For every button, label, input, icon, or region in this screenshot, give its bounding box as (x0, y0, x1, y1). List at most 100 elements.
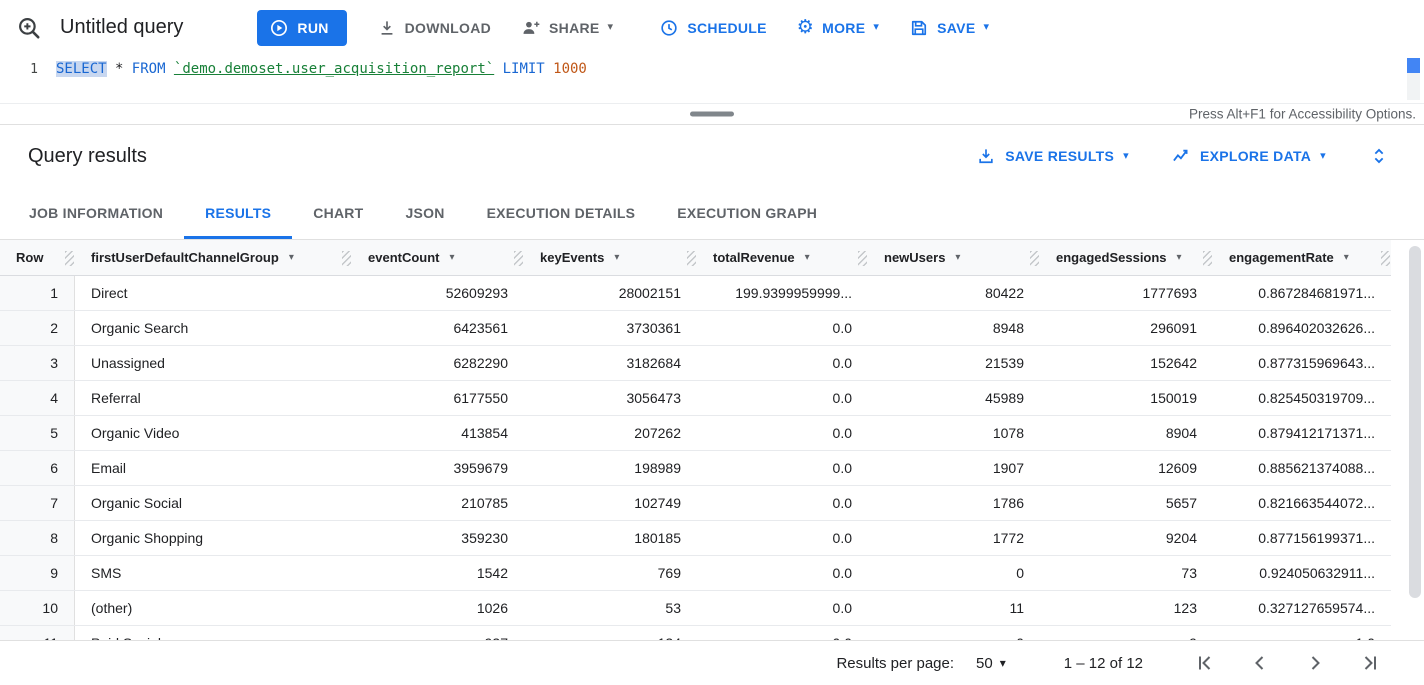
person-add-icon (521, 18, 541, 38)
table-cell: 45989 (868, 381, 1040, 415)
column-menu-caret-icon[interactable]: ▾ (1344, 253, 1349, 263)
schedule-button[interactable]: SCHEDULE (659, 18, 766, 38)
table-cell: 207262 (524, 416, 697, 450)
table-cell: 9 (1040, 626, 1213, 640)
table-cell: 102749 (524, 486, 697, 520)
table-cell: 0.0 (697, 311, 868, 345)
column-header-engagedsessions[interactable]: engagedSessions▾ (1040, 240, 1213, 275)
table-cell: 1542 (352, 556, 524, 590)
column-menu-caret-icon[interactable]: ▾ (1177, 253, 1182, 263)
table-vertical-scrollbar[interactable] (1409, 242, 1421, 638)
save-results-button[interactable]: SAVE RESULTS ▾ (976, 146, 1129, 166)
column-resize-handle[interactable] (65, 251, 74, 266)
column-menu-caret-icon[interactable]: ▾ (450, 253, 455, 263)
line-number: 1 (0, 55, 56, 103)
table-cell: 1786 (868, 486, 1040, 520)
table-cell: 198989 (524, 451, 697, 485)
table-cell: 1078 (868, 416, 1040, 450)
insights-chart-icon (1171, 146, 1191, 166)
download-button[interactable]: DOWNLOAD (377, 18, 491, 38)
table-cell: 9204 (1040, 521, 1213, 555)
column-header-firstuserdefaultchannelgroup[interactable]: firstUserDefaultChannelGroup▾ (75, 240, 352, 275)
table-cell: 3056473 (524, 381, 697, 415)
table-cell: Organic Social (75, 486, 352, 520)
table-cell: 769 (524, 556, 697, 590)
more-button[interactable]: ⚙ MORE ▾ (797, 18, 879, 37)
row-number-cell: 1 (0, 276, 75, 310)
column-header-newusers[interactable]: newUsers▾ (868, 240, 1040, 275)
table-cell: 6282290 (352, 346, 524, 380)
table-cell: Organic Search (75, 311, 352, 345)
last-page-button[interactable] (1358, 651, 1382, 675)
results-header-actions: SAVE RESULTS ▾ EXPLORE DATA ▾ (976, 145, 1390, 167)
column-menu-caret-icon[interactable]: ▾ (614, 253, 619, 263)
table-cell: 8904 (1040, 416, 1213, 450)
sql-table-reference[interactable]: `demo.demoset.user_acquisition_report` (174, 61, 494, 77)
table-cell: 210785 (352, 486, 524, 520)
column-header-engagementrate[interactable]: engagementRate▾ (1213, 240, 1391, 275)
table-cell: 0.0 (697, 521, 868, 555)
next-page-button[interactable] (1303, 651, 1327, 675)
table-cell: 1907 (868, 451, 1040, 485)
table-cell: 0.877156199371... (1213, 521, 1391, 555)
column-resize-handle[interactable] (858, 251, 867, 266)
column-header-row[interactable]: Row (0, 240, 75, 275)
sql-code-line[interactable]: SELECT * FROM `demo.demoset.user_acquisi… (56, 55, 587, 103)
table-cell: 124 (524, 626, 697, 640)
column-resize-handle[interactable] (514, 251, 523, 266)
run-button[interactable]: RUN (257, 10, 346, 46)
table-cell: 0.0 (697, 556, 868, 590)
accessibility-hint: Press Alt+F1 for Accessibility Options. (1189, 107, 1416, 122)
column-header-totalrevenue[interactable]: totalRevenue▾ (697, 240, 868, 275)
sql-editor[interactable]: 1 SELECT * FROM `demo.demoset.user_acqui… (0, 55, 1424, 103)
results-table-header: RowfirstUserDefaultChannelGroup▾eventCou… (0, 240, 1391, 276)
panel-resize-handle[interactable] (690, 112, 734, 117)
pagination-range: 1 – 12 of 12 (1064, 655, 1143, 672)
column-resize-handle[interactable] (1030, 251, 1039, 266)
first-page-button[interactable] (1193, 651, 1217, 675)
tab-execution-graph[interactable]: EXECUTION GRAPH (656, 187, 838, 239)
table-cell: 0.896402032626... (1213, 311, 1391, 345)
editor-scrollbar[interactable] (1407, 58, 1420, 100)
explore-data-label: EXPLORE DATA (1200, 148, 1311, 164)
column-menu-caret-icon[interactable]: ▾ (955, 253, 960, 263)
tab-json[interactable]: JSON (384, 187, 465, 239)
tab-job-information[interactable]: JOB INFORMATION (8, 187, 184, 239)
tab-results[interactable]: RESULTS (184, 187, 292, 239)
tab-chart[interactable]: CHART (292, 187, 384, 239)
table-cell: 296091 (1040, 311, 1213, 345)
sql-keyword-from: FROM (132, 61, 166, 77)
table-cell: 0.877315969643... (1213, 346, 1391, 380)
table-row: 5Organic Video4138542072620.0107889040.8… (0, 416, 1391, 451)
table-row: 2Organic Search642356137303610.089482960… (0, 311, 1391, 346)
table-cell: 3959679 (352, 451, 524, 485)
table-cell: 3730361 (524, 311, 697, 345)
tab-execution-details[interactable]: EXECUTION DETAILS (466, 187, 657, 239)
table-cell: 6423561 (352, 311, 524, 345)
table-cell: 0.0 (697, 346, 868, 380)
sql-keyword-select: SELECT (56, 61, 107, 77)
column-header-keyevents[interactable]: keyEvents▾ (524, 240, 697, 275)
results-tabs: JOB INFORMATIONRESULTSCHARTJSONEXECUTION… (0, 187, 1424, 240)
table-cell: 199.9399959999... (697, 276, 868, 310)
column-resize-handle[interactable] (342, 251, 351, 266)
save-button[interactable]: SAVE ▾ (909, 18, 989, 38)
table-cell: Organic Shopping (75, 521, 352, 555)
table-row: 10(other)1026530.0111230.327127659574... (0, 591, 1391, 626)
scrollbar-thumb[interactable] (1409, 246, 1421, 598)
column-resize-handle[interactable] (1381, 251, 1390, 266)
column-header-eventcount[interactable]: eventCount▾ (352, 240, 524, 275)
table-cell: 1.0 (1213, 626, 1391, 640)
column-menu-caret-icon[interactable]: ▾ (805, 253, 810, 263)
results-per-page-select[interactable]: 50 ▾ (976, 655, 1006, 672)
row-number-cell: 2 (0, 311, 75, 345)
column-resize-handle[interactable] (1203, 251, 1212, 266)
share-button[interactable]: SHARE ▾ (521, 18, 613, 38)
query-results-title: Query results (28, 145, 147, 168)
explore-data-button[interactable]: EXPLORE DATA ▾ (1171, 146, 1326, 166)
table-row: 7Organic Social2107851027490.0178656570.… (0, 486, 1391, 521)
column-resize-handle[interactable] (687, 251, 696, 266)
column-menu-caret-icon[interactable]: ▾ (289, 253, 294, 263)
expand-collapse-panel-button[interactable] (1368, 145, 1390, 167)
previous-page-button[interactable] (1248, 651, 1272, 675)
